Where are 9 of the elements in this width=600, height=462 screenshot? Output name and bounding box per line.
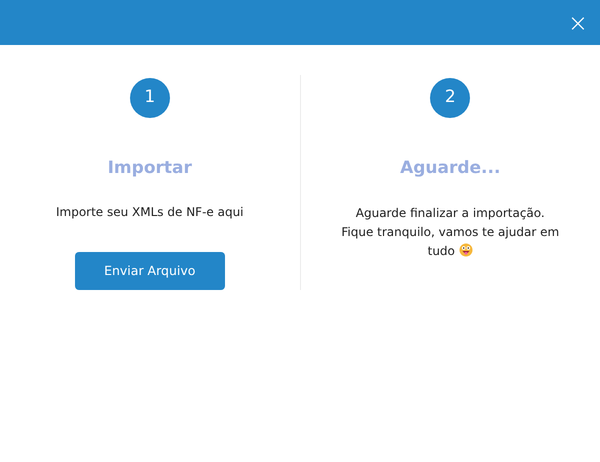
step-description: Fique tranquilo, vamos te ajudar em tudo xyxy=(341,224,560,258)
close-button[interactable]: × xyxy=(568,10,588,34)
step-number: 2 xyxy=(430,78,470,118)
step-title: Importar xyxy=(108,156,192,180)
step-description: Aguarde finalizar a importação. xyxy=(356,206,545,220)
step-title: Aguarde... xyxy=(400,157,500,180)
upload-button[interactable]: Enviar Arquivo xyxy=(74,252,225,290)
step-number: 1 xyxy=(130,78,170,118)
step-description: Importe seu XMLs de NF-e aqui xyxy=(56,205,244,220)
